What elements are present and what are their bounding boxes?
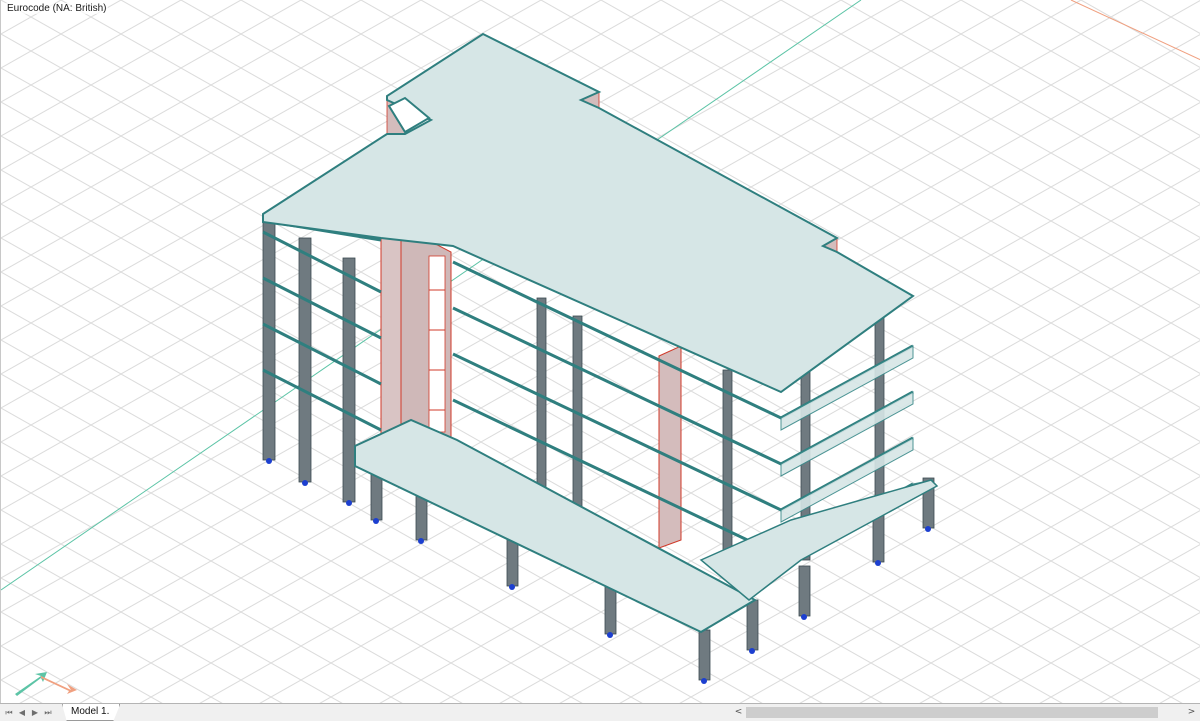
column [698,629,711,681]
column [342,257,356,503]
model-canvas[interactable] [1,0,1200,703]
next-sheet-button[interactable]: ▶ [30,707,40,718]
prev-sheet-button[interactable]: ◀ [17,707,27,718]
design-code-label: Eurocode (NA: British) [5,3,109,14]
sheet-tab-model-1[interactable]: Model 1. [62,704,121,721]
column [298,237,312,483]
3d-model-viewport[interactable]: Eurocode (NA: British) [0,0,1200,703]
sheet-tab-bar: ⏮ ◀ ▶ ⏭ Model 1. < > [0,703,1200,721]
column [262,213,276,461]
scroll-right-button[interactable]: > [1185,706,1198,719]
horizontal-scrollbar[interactable]: < > [732,706,1198,719]
column [746,599,759,651]
model-window: Eurocode (NA: British) ⏮ ◀ ▶ ⏭ Model 1. … [0,0,1200,721]
ground-grid [1,0,1200,703]
last-sheet-button[interactable]: ⏭ [43,707,53,718]
scroll-left-button[interactable]: < [732,706,745,719]
first-sheet-button[interactable]: ⏮ [4,707,14,718]
scroll-thumb[interactable] [746,707,1158,718]
column [798,565,811,617]
